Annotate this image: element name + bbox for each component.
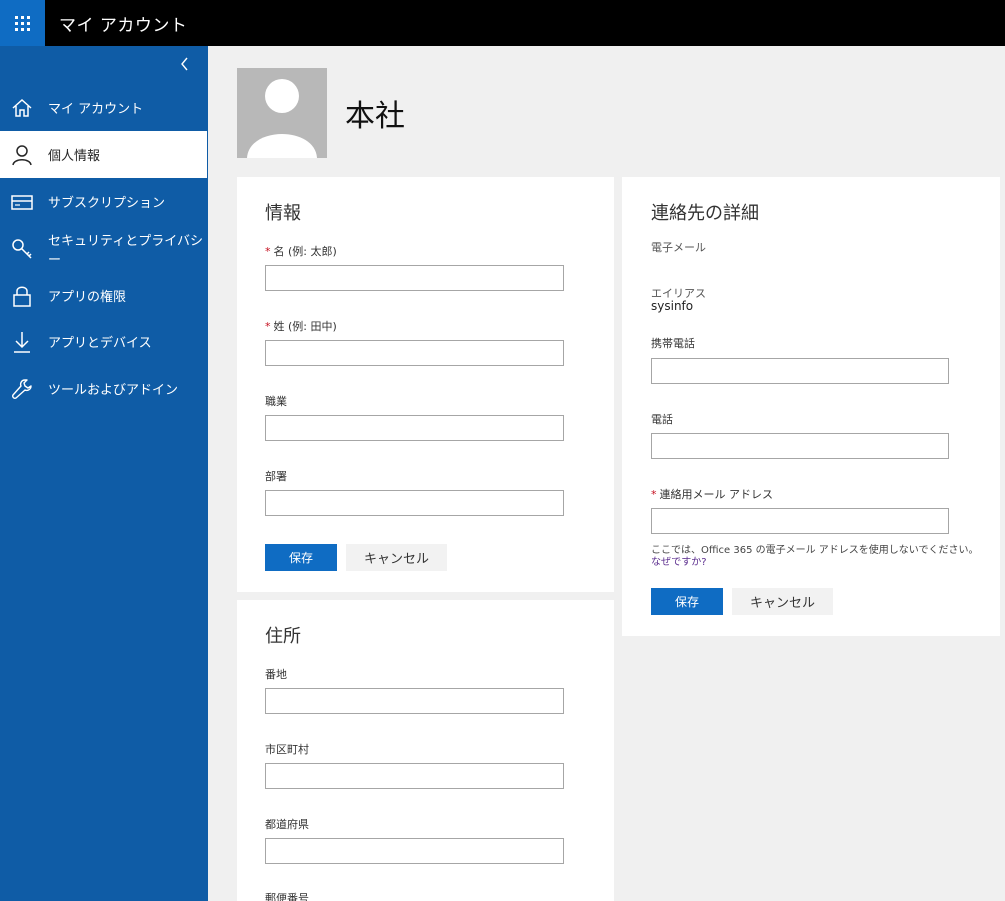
job-title-label: 職業 bbox=[265, 395, 287, 408]
sidebar-item-label: アプリの権限 bbox=[48, 290, 127, 305]
mobile-phone-label: 携帯電話 bbox=[651, 337, 695, 350]
contact-card-title: 連絡先の詳細 bbox=[651, 203, 759, 224]
postal-code-label: 郵便番号 bbox=[265, 892, 309, 901]
sidebar-item-label: サブスクリプション bbox=[48, 196, 166, 211]
sidebar-item-my-account[interactable]: マイ アカウント bbox=[0, 84, 208, 131]
sidebar-item-label: ツールおよびアドイン bbox=[48, 383, 179, 398]
department-label: 部署 bbox=[265, 470, 287, 483]
contact-email-label-text: 連絡用メール アドレス bbox=[659, 488, 774, 501]
sidebar-item-label: アプリとデバイス bbox=[48, 336, 152, 351]
contact-cancel-button[interactable]: キャンセル bbox=[732, 588, 833, 615]
required-marker: * bbox=[651, 488, 657, 501]
info-cancel-button[interactable]: キャンセル bbox=[346, 544, 447, 571]
prefecture-label: 都道府県 bbox=[265, 818, 309, 831]
sidebar-item-tools-addins[interactable]: ツールおよびアドイン bbox=[0, 365, 208, 412]
street-label: 番地 bbox=[265, 668, 287, 681]
card-icon bbox=[11, 190, 33, 214]
sidebar-item-label: 個人情報 bbox=[48, 149, 101, 164]
chevron-left-icon bbox=[181, 57, 188, 71]
app-title: マイ アカウント bbox=[59, 16, 188, 36]
required-marker: * bbox=[265, 245, 271, 258]
contact-email-label: * 連絡用メール アドレス bbox=[651, 486, 773, 502]
city-label: 市区町村 bbox=[265, 743, 309, 756]
download-icon bbox=[11, 330, 33, 354]
last-name-field[interactable] bbox=[265, 340, 564, 366]
first-name-label-text: 名 (例: 太郎) bbox=[273, 245, 337, 258]
sidebar-item-personal-info[interactable]: 個人情報 bbox=[0, 131, 207, 178]
last-name-label-text: 姓 (例: 田中) bbox=[273, 320, 337, 333]
sidebar-item-label: マイ アカウント bbox=[48, 102, 144, 117]
wrench-icon bbox=[11, 377, 33, 401]
last-name-label: * 姓 (例: 田中) bbox=[265, 318, 337, 334]
person-placeholder-icon bbox=[247, 79, 317, 158]
home-icon bbox=[11, 96, 33, 120]
key-icon bbox=[11, 237, 33, 261]
lock-icon bbox=[11, 284, 33, 308]
first-name-field[interactable] bbox=[265, 265, 564, 291]
city-field[interactable] bbox=[265, 763, 564, 789]
sidebar: マイ アカウント 個人情報 サブスクリプション セキュリティとプライバシー アプ… bbox=[0, 46, 208, 901]
waffle-icon bbox=[15, 15, 30, 31]
job-title-field[interactable] bbox=[265, 415, 564, 441]
mobile-phone-field[interactable] bbox=[651, 358, 949, 384]
phone-field[interactable] bbox=[651, 433, 949, 459]
sidebar-item-apps-devices[interactable]: アプリとデバイス bbox=[0, 318, 208, 365]
email-label: 電子メール bbox=[651, 241, 706, 254]
required-marker: * bbox=[265, 320, 271, 333]
sidebar-item-app-permissions[interactable]: アプリの権限 bbox=[0, 272, 208, 319]
prefecture-field[interactable] bbox=[265, 838, 564, 864]
app-launcher-button[interactable] bbox=[0, 0, 45, 46]
person-icon bbox=[11, 143, 33, 167]
contact-email-field[interactable] bbox=[651, 508, 949, 534]
phone-label: 電話 bbox=[651, 413, 673, 426]
alias-value: sysinfo bbox=[651, 299, 694, 313]
top-bar: マイ アカウント bbox=[0, 0, 1005, 46]
collapse-sidebar-button[interactable] bbox=[176, 54, 194, 74]
sidebar-item-subscription[interactable]: サブスクリプション bbox=[0, 178, 208, 225]
department-field[interactable] bbox=[265, 490, 564, 516]
info-card-title: 情報 bbox=[265, 203, 301, 224]
avatar[interactable] bbox=[237, 68, 327, 158]
first-name-label: * 名 (例: 太郎) bbox=[265, 243, 337, 259]
address-card: 住所 番地 市区町村 都道府県 郵便番号 bbox=[237, 600, 614, 901]
street-field[interactable] bbox=[265, 688, 564, 714]
why-link[interactable]: なぜですか? bbox=[651, 553, 707, 568]
address-card-title: 住所 bbox=[265, 626, 301, 647]
page-title: 本社 bbox=[345, 99, 405, 134]
info-card: 情報 * 名 (例: 太郎) * 姓 (例: 田中) 職業 部署 保存 キャンセル bbox=[237, 177, 614, 592]
sidebar-item-security-privacy[interactable]: セキュリティとプライバシー bbox=[0, 225, 208, 272]
contact-card: 連絡先の詳細 電子メール エイリアス sysinfo 携帯電話 電話 * 連絡用メ… bbox=[622, 177, 1000, 636]
info-save-button[interactable]: 保存 bbox=[265, 544, 337, 571]
sidebar-item-label: セキュリティとプライバシー bbox=[48, 233, 203, 268]
contact-save-button[interactable]: 保存 bbox=[651, 588, 723, 615]
